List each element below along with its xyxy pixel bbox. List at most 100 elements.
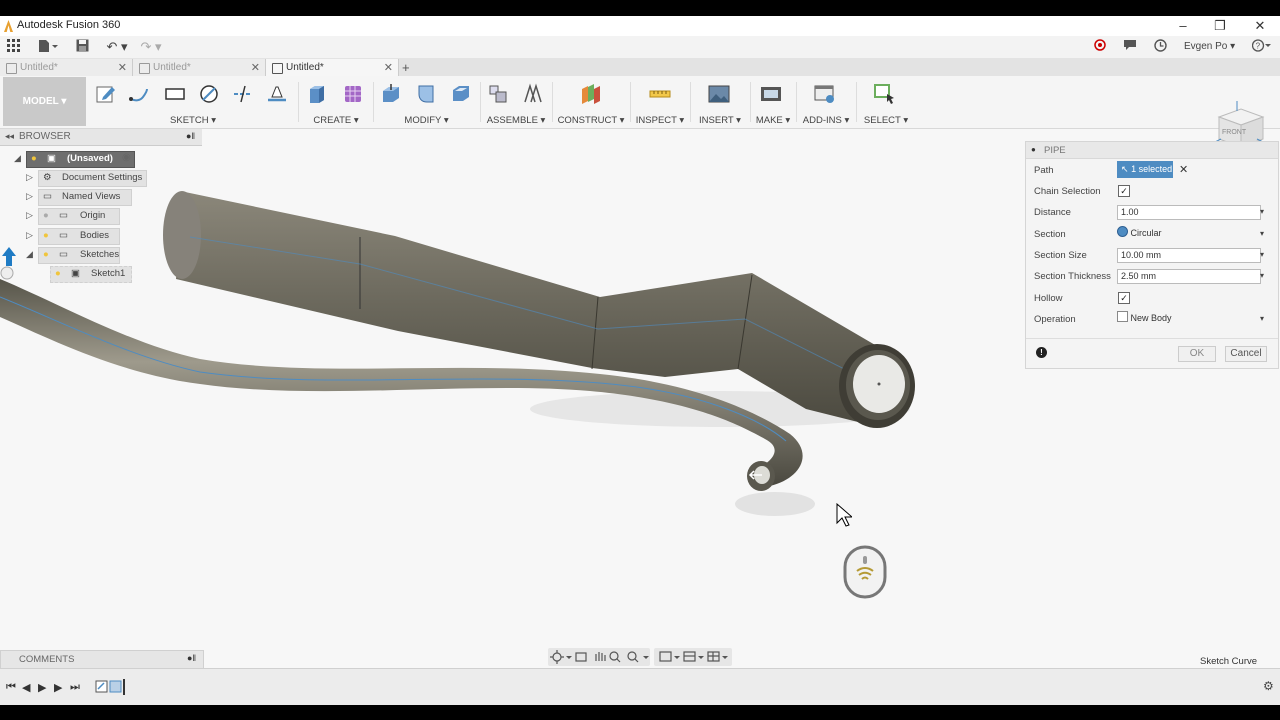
operation-select[interactable]: New Body <box>1117 311 1260 326</box>
sketch-menu[interactable]: SKETCH ▾ <box>90 115 296 126</box>
scripts-addins-icon[interactable] <box>814 83 836 105</box>
section-select[interactable]: Circular <box>1117 226 1260 241</box>
tree-expand-icon[interactable]: ▷ <box>26 210 33 221</box>
dropdown-arrow-icon[interactable]: ▾ <box>1260 250 1264 259</box>
save-icon[interactable] <box>74 39 90 55</box>
trim-tool-icon[interactable] <box>232 83 254 105</box>
minimize-icon[interactable]: – <box>1168 16 1198 36</box>
tab-close-icon[interactable]: ✕ <box>251 61 260 74</box>
section-size-input[interactable]: 10.00 mm <box>1117 248 1261 263</box>
section-thickness-input[interactable]: 2.50 mm <box>1117 269 1261 284</box>
inspect-menu[interactable]: INSPECT ▾ <box>632 115 688 126</box>
activate-component-icon[interactable]: ◉ <box>122 152 131 163</box>
offset-plane-icon[interactable] <box>580 83 602 105</box>
dialog-header[interactable]: ● PIPE <box>1026 142 1278 159</box>
create-menu[interactable]: CREATE ▾ <box>300 115 372 126</box>
dropdown-arrow-icon[interactable]: ▾ <box>1260 207 1264 216</box>
line-tool-icon[interactable] <box>128 83 150 105</box>
notifications-icon[interactable] <box>1122 39 1138 55</box>
modify-menu[interactable]: MODIFY ▾ <box>375 115 478 126</box>
bulb-icon[interactable]: ● <box>43 209 49 223</box>
ok-button[interactable]: OK <box>1178 346 1216 362</box>
clear-selection-icon[interactable]: ✕ <box>1179 163 1188 176</box>
3d-print-icon[interactable] <box>760 83 782 105</box>
info-icon[interactable]: ! <box>1036 347 1047 358</box>
timeline-features[interactable] <box>95 679 131 695</box>
tab-close-icon[interactable]: ✕ <box>118 61 127 74</box>
step-forward-icon[interactable]: ▶ <box>54 681 62 694</box>
document-tab[interactable]: Untitled* ✕ <box>133 59 266 76</box>
browser-item-origin[interactable]: ● ▭ Origin <box>38 208 120 225</box>
redo-icon[interactable]: ↷ ▾ <box>138 39 164 55</box>
user-account-menu[interactable]: Evgen Po ▾ <box>1184 39 1240 55</box>
go-to-end-icon[interactable]: ⏭ <box>70 681 80 694</box>
comments-options-icon[interactable]: ●‖ <box>187 653 196 663</box>
assemble-menu[interactable]: ASSEMBLE ▾ <box>482 115 550 126</box>
browser-options-icon[interactable]: ●‖ <box>186 131 195 141</box>
tree-expand-icon[interactable]: ◢ <box>14 153 21 164</box>
browser-item-root[interactable]: ● ▣ (Unsaved) <box>26 151 135 168</box>
tree-expand-icon[interactable]: ▷ <box>26 230 33 241</box>
chain-selection-checkbox[interactable]: ✓ <box>1118 185 1130 197</box>
dropdown-arrow-icon[interactable]: ▾ <box>1260 271 1264 280</box>
hollow-checkbox[interactable]: ✓ <box>1118 292 1130 304</box>
rectangle-tool-icon[interactable] <box>164 83 186 105</box>
go-to-start-icon[interactable]: ⏮ <box>6 681 16 694</box>
stop-sketch-icon[interactable] <box>266 83 288 105</box>
browser-item-sketch1[interactable]: ● ▣ Sketch1 <box>50 266 132 283</box>
make-menu[interactable]: MAKE ▾ <box>752 115 794 126</box>
tree-expand-icon[interactable]: ▷ <box>26 172 33 183</box>
path-selection-button[interactable]: ↖ 1 selected <box>1117 161 1173 178</box>
browser-item-bodies[interactable]: ● ▭ Bodies <box>38 228 120 245</box>
data-panel-grid-icon[interactable] <box>6 39 22 55</box>
comments-panel[interactable]: COMMENTS ●‖ <box>0 650 204 669</box>
job-status-icon[interactable] <box>1093 39 1107 55</box>
create-sketch-icon[interactable] <box>95 83 117 105</box>
new-tab-plus-icon[interactable]: + <box>402 60 410 75</box>
dropdown-arrow-icon[interactable]: ▾ <box>1260 314 1264 323</box>
form-tool-icon[interactable] <box>342 83 364 105</box>
browser-item-sketches[interactable]: ● ▭ Sketches <box>38 247 120 264</box>
file-menu-icon[interactable] <box>36 39 60 55</box>
construct-menu[interactable]: CONSTRUCT ▾ <box>554 115 628 126</box>
addins-menu[interactable]: ADD-INS ▾ <box>798 115 854 126</box>
history-clock-icon[interactable] <box>1152 39 1168 55</box>
fillet-icon[interactable] <box>415 83 437 105</box>
bulb-icon[interactable]: ● <box>55 267 61 281</box>
insert-menu[interactable]: INSERT ▾ <box>692 115 748 126</box>
undo-icon[interactable]: ↶ ▾ <box>104 39 130 55</box>
timeline-settings-gear-icon[interactable]: ⚙ <box>1263 679 1274 693</box>
circle-tool-icon[interactable] <box>198 83 220 105</box>
press-pull-icon[interactable] <box>380 83 402 105</box>
play-icon[interactable]: ▶ <box>38 681 46 694</box>
distance-input[interactable]: 1.00 <box>1117 205 1261 220</box>
dropdown-arrow-icon[interactable]: ▾ <box>1260 229 1264 238</box>
restore-icon[interactable]: ❐ <box>1205 16 1235 36</box>
insert-canvas-icon[interactable] <box>708 83 730 105</box>
extrude-icon[interactable] <box>306 83 328 105</box>
help-icon[interactable]: ? <box>1251 39 1272 55</box>
workspace-switcher[interactable]: MODEL ▾ <box>3 77 86 126</box>
new-component-icon[interactable] <box>487 83 509 105</box>
select-window-icon[interactable] <box>874 83 896 105</box>
collapse-browser-icon[interactable]: ◂◂ <box>5 131 14 142</box>
tree-expand-icon[interactable]: ◢ <box>26 249 33 260</box>
document-tab[interactable]: Untitled* ✕ <box>0 59 133 76</box>
step-back-icon[interactable]: ◀ <box>22 681 30 694</box>
measure-icon[interactable] <box>649 83 671 105</box>
bulb-icon[interactable]: ● <box>31 152 37 166</box>
tab-close-icon[interactable]: ✕ <box>384 61 393 74</box>
cancel-button[interactable]: Cancel <box>1225 346 1267 362</box>
select-menu[interactable]: SELECT ▾ <box>858 115 914 126</box>
browser-header[interactable]: ◂◂ BROWSER ●‖ <box>0 129 202 146</box>
shell-icon[interactable] <box>450 83 472 105</box>
tree-expand-icon[interactable]: ▷ <box>26 191 33 202</box>
browser-item-document-settings[interactable]: ⚙ Document Settings <box>38 170 147 187</box>
browser-item-named-views[interactable]: ▭ Named Views <box>38 189 132 206</box>
bulb-icon[interactable]: ● <box>43 229 49 243</box>
joint-icon[interactable] <box>522 83 544 105</box>
dialog-collapse-icon[interactable]: ● <box>1031 145 1036 154</box>
bulb-icon[interactable]: ● <box>43 248 49 262</box>
close-window-icon[interactable]: ✕ <box>1245 16 1275 36</box>
document-tab-active[interactable]: Untitled* ✕ <box>266 59 399 76</box>
